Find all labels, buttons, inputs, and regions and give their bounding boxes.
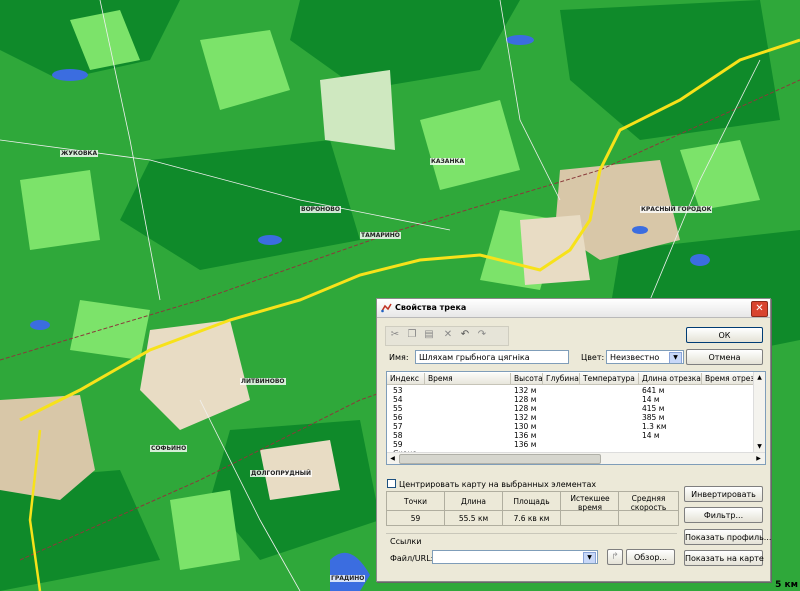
browse-button[interactable]: Обзор...	[626, 549, 675, 565]
file-url-label: Файл/URL:	[390, 554, 434, 563]
column-header[interactable]: Длина отрезка	[639, 373, 702, 385]
cell-index: 59	[393, 440, 403, 449]
color-select[interactable]: Неизвестно ▼	[606, 350, 684, 364]
stats-header: Точки	[403, 497, 427, 506]
scroll-left-icon[interactable]: ◀	[388, 454, 397, 463]
cell-altitude: 128 м	[514, 395, 537, 404]
cell-segment-length: 14 м	[642, 431, 660, 440]
stats-header: Средняя скорость	[630, 494, 667, 512]
track-icon	[381, 303, 392, 313]
stats-column-length: Длина 55.5 км	[445, 492, 503, 525]
cell-index: 54	[393, 395, 403, 404]
cell-index: 57	[393, 422, 403, 431]
name-label: Имя:	[389, 353, 409, 362]
copy-icon[interactable]: ❐	[405, 328, 419, 342]
edit-toolbar: ✂ ❐ ▤ ✕ ↶ ↷	[385, 326, 509, 346]
column-header[interactable]: Время отрезка	[702, 373, 754, 385]
color-select-value: Неизвестно	[610, 353, 660, 362]
column-header[interactable]: Индекс	[387, 373, 425, 385]
scroll-up-icon[interactable]: ▲	[755, 373, 764, 382]
track-statistics: Точки 59 Длина 55.5 км Площадь 7.6 кв км…	[386, 491, 679, 526]
cell-altitude: 132 м	[514, 386, 537, 395]
cell-index: 56	[393, 413, 403, 422]
column-header[interactable]: Температура	[580, 373, 639, 385]
map-place-label: КРАСНЫЙ ГОРОДОК	[640, 206, 713, 213]
chevron-down-icon[interactable]: ▼	[669, 352, 682, 363]
redo-icon[interactable]: ↷	[475, 328, 489, 342]
cell-altitude: 130 м	[514, 422, 537, 431]
file-url-input[interactable]: ▼	[432, 550, 598, 564]
map-place-label: ВОРОНОВО	[300, 206, 341, 213]
cell-segment-length: 385 м	[642, 413, 665, 422]
map-place-label: ГРАДИНО	[330, 575, 366, 582]
stats-column-speed: Средняя скорость	[619, 492, 678, 525]
map-place-label: КАЗАНКА	[430, 158, 466, 165]
cell-altitude: 128 м	[514, 404, 537, 413]
horizontal-scrollbar[interactable]: ◀ ▶	[387, 452, 765, 464]
paste-icon[interactable]: ▤	[422, 328, 436, 342]
map-scale-label: 5 км	[775, 580, 798, 590]
map-place-label: ЖУКОВКА	[60, 150, 99, 157]
column-header[interactable]: Глубина	[543, 373, 580, 385]
map-place-label: ДОЛГОПРУДНЫЙ	[250, 470, 312, 477]
undo-icon[interactable]: ↶	[458, 328, 472, 342]
show-profile-button[interactable]: Показать профиль...	[684, 529, 771, 545]
close-button[interactable]: ✕	[751, 301, 768, 317]
invert-button[interactable]: Инвертировать	[684, 486, 763, 502]
show-on-map-button[interactable]: Показать на карте	[684, 550, 764, 566]
cell-segment-length: 641 м	[642, 386, 665, 395]
dialog-title: Свойства трека	[395, 303, 467, 312]
map-place-label: СОФЬИНО	[150, 445, 188, 452]
dialog-titlebar[interactable]: Свойства трека ✕	[377, 299, 770, 318]
column-header[interactable]: Время	[425, 373, 511, 385]
cell-index: 55	[393, 404, 403, 413]
color-label: Цвет:	[581, 353, 605, 362]
cell-index: 58	[393, 431, 403, 440]
stats-header: Длина	[460, 497, 487, 506]
track-properties-dialog: Свойства трека ✕ ✂ ❐ ▤ ✕ ↶ ↷ ОК Отмена И…	[376, 298, 771, 582]
cancel-button[interactable]: Отмена	[686, 349, 763, 365]
stats-column-elapsed: Истекшее время	[561, 492, 619, 525]
map-place-label: ЛИТВИНОВО	[240, 378, 286, 385]
cell-segment-length: 415 м	[642, 404, 665, 413]
stats-value: 55.5 км	[458, 514, 489, 523]
track-points-table[interactable]: Индекс Время Высота Глубина Температура …	[386, 371, 766, 465]
filter-button[interactable]: Фильтр...	[684, 507, 763, 523]
cell-altitude: 136 м	[514, 431, 537, 440]
cell-segment-length: 14 м	[642, 395, 660, 404]
go-button[interactable]: ↱	[607, 549, 623, 565]
column-header[interactable]: Высота	[511, 373, 543, 385]
stats-column-points: Точки 59	[387, 492, 445, 525]
go-arrow-icon: ↱	[611, 552, 619, 562]
vertical-scrollbar[interactable]: ▲ ▼	[753, 372, 765, 452]
cell-altitude: 132 м	[514, 413, 537, 422]
name-input[interactable]: Шляхам грыбнога цягніка	[415, 350, 569, 364]
chevron-down-icon[interactable]: ▼	[583, 552, 596, 563]
scroll-down-icon[interactable]: ▼	[755, 442, 764, 451]
stats-value: 7.6 кв км	[513, 514, 550, 523]
scroll-right-icon[interactable]: ▶	[754, 454, 763, 463]
center-map-checkbox[interactable]	[387, 479, 396, 488]
delete-icon[interactable]: ✕	[441, 328, 455, 342]
stats-column-area: Площадь 7.6 кв км	[503, 492, 561, 525]
map-place-label: ТАМАРИНО	[360, 232, 401, 239]
scroll-thumb[interactable]	[399, 454, 601, 464]
stats-value: 59	[410, 514, 421, 523]
links-label: Ссылки	[390, 537, 422, 546]
cell-altitude: 136 м	[514, 440, 537, 449]
ok-button[interactable]: ОК	[686, 327, 763, 343]
cell-index: 53	[393, 386, 403, 395]
close-icon: ✕	[755, 303, 764, 314]
cell-segment-length: 1.3 км	[642, 422, 667, 431]
center-map-label: Центрировать карту на выбранных элемента…	[399, 480, 597, 489]
stats-header: Истекшее время	[570, 494, 610, 512]
cut-icon[interactable]: ✂	[388, 328, 402, 342]
stats-header: Площадь	[513, 497, 550, 506]
